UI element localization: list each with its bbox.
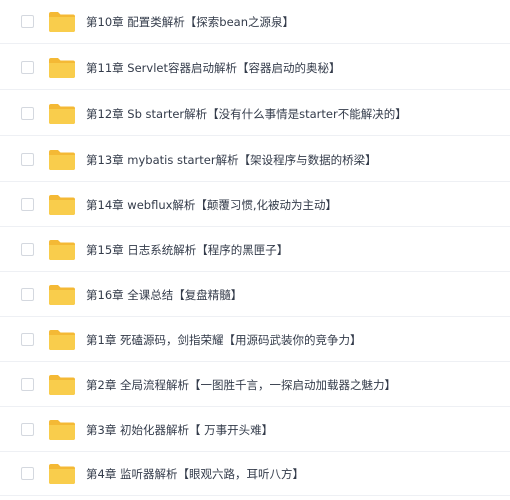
folder-icon (49, 57, 75, 78)
row-checkbox[interactable] (21, 107, 34, 120)
folder-name[interactable]: 第13章 mybatis starter解析【架设程序与数据的桥梁】 (86, 152, 377, 168)
folder-name[interactable]: 第12章 Sb starter解析【没有什么事情是starter不能解决的】 (86, 106, 407, 122)
folder-name[interactable]: 第4章 监听器解析【眼观六路，耳听八方】 (86, 466, 304, 482)
row-checkbox[interactable] (21, 61, 34, 74)
row-checkbox[interactable] (21, 378, 34, 391)
list-item[interactable]: 第3章 初始化器解析【 万事开头难】 (0, 408, 510, 452)
folder-icon (49, 284, 75, 305)
list-item[interactable]: 第16章 全课总结【复盘精髓】 (0, 273, 510, 317)
list-item[interactable]: 第14章 webflux解析【颠覆习惯,化被动为主动】 (0, 183, 510, 227)
folder-icon (49, 463, 75, 484)
row-checkbox[interactable] (21, 153, 34, 166)
folder-name[interactable]: 第14章 webflux解析【颠覆习惯,化被动为主动】 (86, 197, 337, 213)
folder-name[interactable]: 第10章 配置类解析【探索bean之源泉】 (86, 14, 294, 30)
row-checkbox[interactable] (21, 467, 34, 480)
folder-name[interactable]: 第11章 Servlet容器启动解析【容器启动的奥秘】 (86, 60, 340, 76)
row-checkbox[interactable] (21, 243, 34, 256)
list-item[interactable]: 第13章 mybatis starter解析【架设程序与数据的桥梁】 (0, 138, 510, 182)
row-checkbox[interactable] (21, 333, 34, 346)
folder-name[interactable]: 第1章 死磕源码，剑指荣耀【用源码武装你的竞争力】 (86, 332, 361, 348)
row-checkbox[interactable] (21, 288, 34, 301)
folder-name[interactable]: 第3章 初始化器解析【 万事开头难】 (86, 422, 273, 438)
folder-icon (49, 194, 75, 215)
row-checkbox[interactable] (21, 198, 34, 211)
list-item[interactable]: 第15章 日志系统解析【程序的黑匣子】 (0, 228, 510, 272)
folder-icon (49, 329, 75, 350)
folder-name[interactable]: 第2章 全局流程解析【一图胜千言，一探启动加载器之魅力】 (86, 377, 396, 393)
folder-icon (49, 103, 75, 124)
folder-name[interactable]: 第15章 日志系统解析【程序的黑匣子】 (86, 242, 288, 258)
folder-icon (49, 374, 75, 395)
list-item[interactable]: 第1章 死磕源码，剑指荣耀【用源码武装你的竞争力】 (0, 318, 510, 362)
list-item[interactable]: 第4章 监听器解析【眼观六路，耳听八方】 (0, 452, 510, 496)
list-item[interactable]: 第10章 配置类解析【探索bean之源泉】 (0, 0, 510, 44)
folder-icon (49, 239, 75, 260)
row-checkbox[interactable] (21, 423, 34, 436)
list-item[interactable]: 第2章 全局流程解析【一图胜千言，一探启动加载器之魅力】 (0, 363, 510, 407)
list-item[interactable]: 第11章 Servlet容器启动解析【容器启动的奥秘】 (0, 46, 510, 90)
folder-icon (49, 149, 75, 170)
list-item[interactable]: 第12章 Sb starter解析【没有什么事情是starter不能解决的】 (0, 92, 510, 136)
folder-icon (49, 11, 75, 32)
row-checkbox[interactable] (21, 15, 34, 28)
file-list: 第10章 配置类解析【探索bean之源泉】 第11章 Servlet容器启动解析… (0, 0, 510, 500)
folder-icon (49, 419, 75, 440)
folder-name[interactable]: 第16章 全课总结【复盘精髓】 (86, 287, 242, 303)
